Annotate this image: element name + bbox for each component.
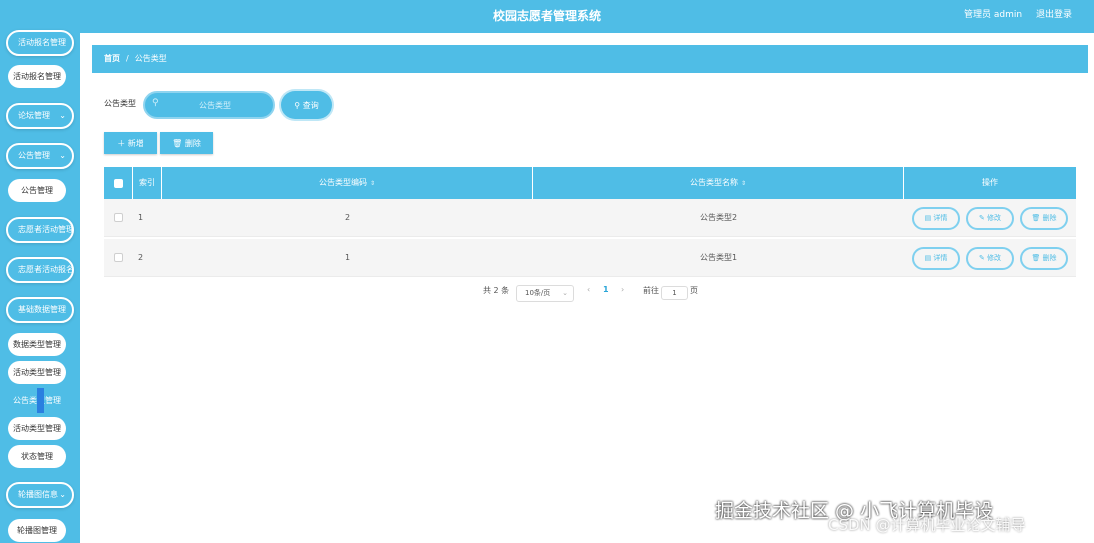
header-name-label: 公告类型名称	[689, 178, 738, 187]
breadcrumb-separator: /	[126, 54, 129, 63]
sidebar-group-label: 志愿者活动管理	[18, 225, 74, 234]
sidebar: 活动报名管理 活动报名管理 论坛管理 ⌄ 公告管理 ⌄ 公告管理 志愿者活动管理 志…	[0, 30, 80, 543]
logout-link[interactable]: 退出登录	[1036, 0, 1072, 31]
pagination-total: 共 2 条	[483, 286, 510, 295]
row-index: 1	[138, 213, 144, 222]
trash-icon: 🗑	[1031, 254, 1041, 262]
edit-button-label: 修改	[987, 214, 1002, 222]
detail-button-label: 详情	[933, 214, 948, 222]
edit-button[interactable]: ✎ 修改	[966, 247, 1014, 270]
document-icon: ▤	[924, 254, 932, 262]
sidebar-group-volunteer-activity[interactable]: 志愿者活动管理	[6, 217, 74, 243]
row-code: 2	[344, 213, 351, 222]
goto-label: 前往	[643, 286, 659, 295]
header-select-cell	[104, 167, 133, 199]
goto-page-input[interactable]: 1	[661, 286, 688, 300]
sidebar-group-label: 论坛管理	[18, 111, 50, 120]
row-delete-button-label: 删除	[1042, 254, 1057, 262]
sidebar-item-activity-type[interactable]: 活动类型管理	[8, 361, 66, 384]
row-checkbox[interactable]	[114, 213, 123, 222]
detail-button[interactable]: ▤ 详情	[912, 207, 960, 230]
search-icon: ⚲	[294, 100, 301, 110]
trash-icon: 🗑	[172, 138, 183, 148]
sidebar-item-notice[interactable]: 公告管理	[8, 179, 66, 202]
chevron-down-icon: ⌄	[59, 490, 66, 499]
table-row: 1 2 公告类型2 ▤ 详情 ✎ 修改 🗑 删除	[104, 199, 1076, 237]
sidebar-group-label: 志愿者活动报名管理	[18, 265, 74, 274]
row-checkbox[interactable]	[114, 253, 123, 262]
sidebar-item-activity-type-2[interactable]: 活动类型管理	[8, 417, 66, 440]
sidebar-item-activity-signup[interactable]: 活动报名管理	[8, 65, 66, 88]
header-actions: 操作	[982, 178, 998, 187]
top-bar: 校园志愿者管理系统 管理员 admin 退出登录	[0, 0, 1094, 33]
breadcrumb-home[interactable]: 首页	[104, 54, 120, 63]
search-field[interactable]: ⚲	[143, 91, 275, 119]
sidebar-group-label: 基础数据管理	[18, 305, 66, 314]
sidebar-group-forum[interactable]: 论坛管理 ⌄	[6, 103, 74, 129]
pencil-icon: ✎	[978, 254, 985, 262]
page-size-select[interactable]: 10条/页 ⌄	[516, 285, 574, 302]
chevron-down-icon: ⌄	[562, 289, 568, 297]
sort-icon: ⇕	[740, 180, 747, 187]
chevron-down-icon: ⌄	[59, 111, 66, 120]
plus-icon: ＋	[117, 138, 126, 148]
sort-icon: ⇕	[369, 180, 376, 187]
row-delete-button[interactable]: 🗑 删除	[1020, 247, 1068, 270]
page-unit-label: 页	[690, 286, 698, 295]
sidebar-item-carousel[interactable]: 轮播图管理	[8, 519, 66, 542]
active-item-marker	[37, 388, 44, 413]
trash-icon: 🗑	[1031, 214, 1041, 222]
breadcrumb-current: 公告类型	[134, 54, 167, 63]
row-delete-button-label: 删除	[1042, 214, 1057, 222]
detail-button-label: 详情	[933, 254, 948, 262]
add-button-label: 新增	[127, 138, 144, 148]
edit-button-label: 修改	[987, 254, 1002, 262]
watermark-csdn: CSDN @计算机毕业论文辅导	[828, 516, 1026, 534]
current-user: 管理员 admin	[964, 10, 1023, 20]
chevron-down-icon: ⌄	[59, 151, 66, 160]
table-header: 索引 公告类型编码 ⇕ 公告类型名称 ⇕ 操作	[104, 167, 1076, 199]
document-icon: ▤	[924, 214, 932, 222]
sidebar-group-label: 公告管理	[18, 151, 50, 160]
delete-button-label: 删除	[184, 138, 201, 148]
header-code[interactable]: 公告类型编码 ⇕	[162, 167, 533, 199]
detail-button[interactable]: ▤ 详情	[912, 247, 960, 270]
sidebar-group-activity-signup[interactable]: 活动报名管理	[6, 30, 74, 56]
query-button[interactable]: ⚲ 查询	[281, 91, 332, 119]
select-all-checkbox[interactable]	[114, 179, 123, 188]
search-label: 公告类型	[104, 99, 136, 108]
row-name: 公告类型1	[699, 253, 738, 262]
header-name[interactable]: 公告类型名称 ⇕	[533, 167, 904, 199]
sidebar-item-data-type[interactable]: 数据类型管理	[8, 333, 66, 356]
next-page-button[interactable]: ›	[621, 285, 624, 294]
delete-button[interactable]: 🗑 删除	[160, 132, 213, 154]
sidebar-group-label: 轮播图信息	[18, 490, 58, 499]
app-title: 校园志愿者管理系统	[492, 9, 601, 23]
breadcrumb: 首页 / 公告类型	[92, 45, 1088, 73]
table-row: 2 1 公告类型1 ▤ 详情 ✎ 修改 🗑 删除	[104, 239, 1076, 277]
header-index: 索引	[133, 167, 162, 199]
add-button[interactable]: ＋ 新增	[104, 132, 157, 154]
row-code: 1	[344, 253, 351, 262]
pencil-icon: ✎	[978, 214, 985, 222]
search-input[interactable]	[163, 97, 267, 113]
sidebar-group-label: 活动报名管理	[18, 38, 66, 47]
prev-page-button[interactable]: ‹	[587, 285, 590, 294]
edit-button[interactable]: ✎ 修改	[966, 207, 1014, 230]
sidebar-group-volunteer-signup[interactable]: 志愿者活动报名管理	[6, 257, 74, 283]
page-size-value: 10条/页	[525, 289, 551, 297]
sidebar-group-notice[interactable]: 公告管理 ⌄	[6, 143, 74, 169]
query-button-label: 查询	[302, 100, 319, 110]
row-name: 公告类型2	[699, 213, 738, 222]
sidebar-item-status[interactable]: 状态管理	[8, 445, 66, 468]
header-code-label: 公告类型编码	[318, 178, 367, 187]
row-delete-button[interactable]: 🗑 删除	[1020, 207, 1068, 230]
search-icon: ⚲	[152, 98, 159, 108]
sidebar-group-carousel[interactable]: 轮播图信息 ⌄	[6, 482, 74, 508]
current-page[interactable]: 1	[603, 285, 609, 294]
sidebar-group-base-data[interactable]: 基础数据管理	[6, 297, 74, 323]
row-index: 2	[138, 253, 144, 262]
